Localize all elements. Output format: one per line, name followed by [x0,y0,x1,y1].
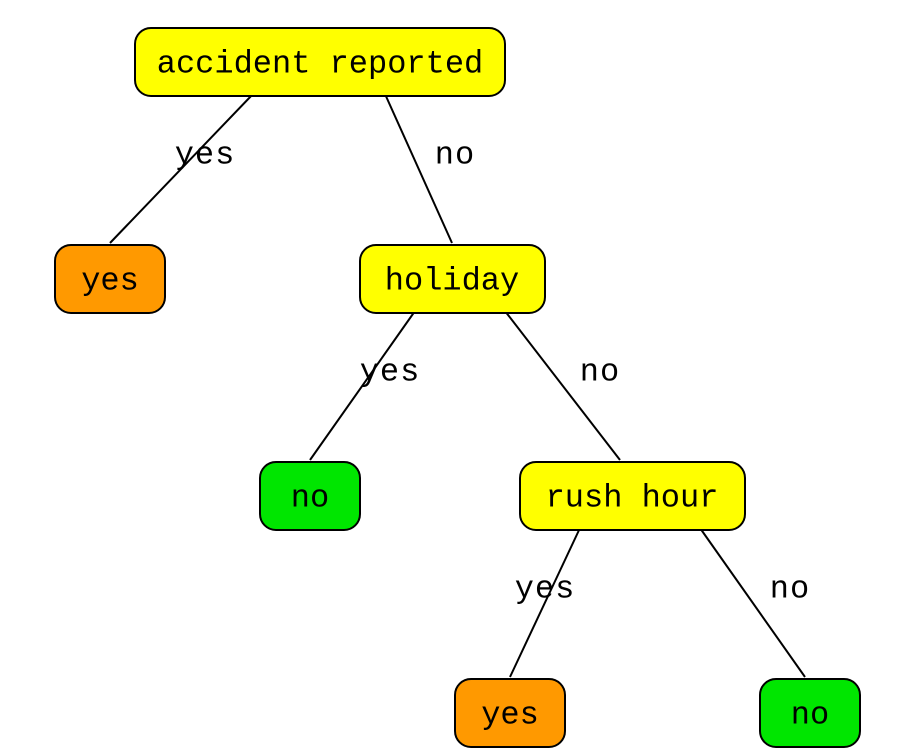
edge-label-rush-yes: yes [515,570,576,607]
edge-label-root-yes: yes [175,136,236,173]
node-leaf-yes-2: yes [455,679,565,747]
node-label-holiday: holiday [385,262,519,299]
node-label-leaf-yes-1: yes [81,262,139,299]
node-label-accident-reported: accident reported [157,45,483,82]
node-label-rush-hour: rush hour [546,479,719,516]
node-leaf-yes-1: yes [55,245,165,313]
edge-label-holiday-yes: yes [360,353,421,390]
edge-label-rush-no: no [770,570,810,607]
node-label-leaf-no-2: no [791,696,829,733]
decision-tree-diagram: yes no yes no yes no accident reported y… [0,0,922,754]
node-rush-hour: rush hour [520,462,745,530]
edge-label-holiday-no: no [580,353,620,390]
node-label-leaf-yes-2: yes [481,696,539,733]
node-leaf-no-2: no [760,679,860,747]
edge-label-root-no: no [435,136,475,173]
node-label-leaf-no-1: no [291,479,329,516]
node-accident-reported: accident reported [135,28,505,96]
node-leaf-no-1: no [260,462,360,530]
node-holiday: holiday [360,245,545,313]
